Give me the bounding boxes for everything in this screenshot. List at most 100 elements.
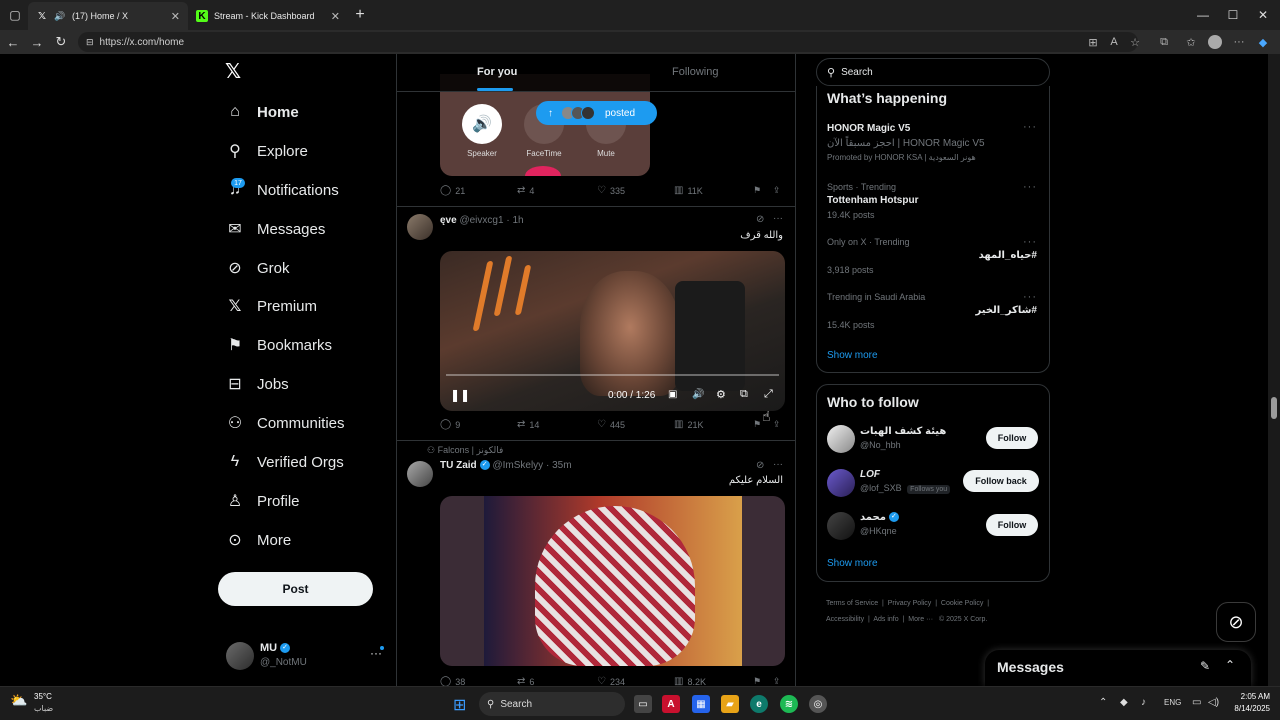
nav-explore[interactable]: ⚲ Explore — [226, 135, 308, 167]
nav-jobs[interactable]: ⊟ Jobs — [226, 368, 288, 400]
volume-icon[interactable]: 🔊 — [692, 389, 704, 400]
back-icon[interactable]: ← — [4, 33, 22, 51]
post-media[interactable] — [440, 496, 785, 666]
bookmark-icon[interactable]: ⚑ — [753, 185, 761, 196]
repost-button[interactable]: ⇄ 14 — [517, 419, 539, 430]
input-language[interactable]: ENG — [1164, 698, 1181, 707]
browser-tab-kick[interactable]: K Stream - Kick Dashboard ✕ — [188, 2, 348, 30]
captions-icon[interactable]: ▣ — [668, 389, 677, 400]
follow-button[interactable]: Follow — [986, 427, 1038, 449]
nav-communities[interactable]: ⚇ Communities — [226, 407, 345, 439]
post-time[interactable]: 35m — [552, 460, 571, 471]
edge-browser-icon[interactable]: e — [750, 695, 768, 713]
nav-grok[interactable]: ⊘ Grok — [226, 252, 289, 284]
author-handle[interactable]: @eivxcg1 — [459, 215, 503, 226]
avatar[interactable] — [827, 425, 855, 453]
follow-handle[interactable]: @No_hbh — [860, 440, 901, 450]
social-context-text[interactable]: Falcons | فالكونز — [438, 445, 504, 455]
tab-following[interactable]: Following — [672, 66, 718, 78]
close-tab-icon[interactable]: ✕ — [171, 10, 180, 23]
task-view-icon[interactable]: ▭ — [634, 695, 652, 713]
forward-icon[interactable]: → — [28, 33, 46, 51]
nav-premium[interactable]: 𝕏 Premium — [226, 290, 317, 322]
app-icon[interactable]: ◎ — [809, 695, 827, 713]
like-button[interactable]: ♡ 335 — [597, 185, 625, 196]
copilot-icon[interactable]: ◆ — [1255, 34, 1271, 50]
extensions-icon[interactable]: ⧉ — [1156, 34, 1172, 50]
author-name[interactable]: ęve — [440, 215, 457, 226]
clock-time[interactable]: 2:05 AM — [1228, 692, 1270, 701]
bookmark-icon[interactable]: ⚑ — [753, 676, 761, 686]
store-icon[interactable]: ▦ — [692, 695, 710, 713]
network-icon[interactable]: ▭ — [1192, 697, 1201, 708]
close-window-button[interactable]: ✕ — [1248, 0, 1278, 30]
nav-home[interactable]: ⌂ Home — [226, 96, 299, 128]
new-message-icon[interactable]: ✎ — [1200, 659, 1210, 673]
refresh-icon[interactable]: ↻ — [52, 33, 70, 51]
weather-icon[interactable]: ⛅ — [10, 692, 32, 714]
expand-chevron-icon[interactable]: ⌃ — [1225, 658, 1235, 672]
nav-profile[interactable]: ♙ Profile — [226, 485, 300, 517]
messages-drawer[interactable]: Messages ✎ ⌃ — [985, 650, 1251, 686]
speaker-icon[interactable]: 🔊 — [54, 10, 66, 22]
microphone-icon[interactable]: ♪ — [1141, 697, 1146, 708]
follow-name[interactable]: محمد — [860, 512, 886, 523]
new-posts-pill[interactable]: ↑ posted — [536, 101, 657, 125]
avatar[interactable] — [407, 214, 433, 240]
follow-button[interactable]: Follow — [986, 514, 1038, 536]
views-button[interactable]: ▥ 8.2K — [674, 676, 706, 686]
follow-back-button[interactable]: Follow back — [963, 470, 1039, 492]
bookmark-icon[interactable]: ⚑ — [753, 419, 761, 430]
browser-tab-x-home[interactable]: 𝕏 🔊 (17) Home / X ✕ — [28, 2, 188, 30]
profile-avatar-icon[interactable] — [1207, 34, 1223, 50]
grok-icon[interactable]: ⊘ — [756, 460, 764, 471]
footer-link[interactable]: Privacy Policy — [888, 600, 932, 607]
nav-messages[interactable]: ✉ Messages — [226, 213, 325, 245]
more-dots-icon[interactable]: ··· — [1023, 236, 1037, 248]
footer-link[interactable]: Cookie Policy — [941, 600, 983, 607]
views-button[interactable]: ▥ 21K — [674, 419, 703, 430]
clock-date[interactable]: 8/14/2025 — [1222, 704, 1270, 713]
author-handle[interactable]: @ImSkelyy — [492, 460, 543, 471]
taskbar-search[interactable]: ⚲ Search — [479, 692, 625, 716]
share-icon[interactable]: ⇪ — [773, 185, 781, 196]
app-available-icon[interactable]: ⊞ — [1085, 34, 1101, 50]
tray-app-icon[interactable]: ◆ — [1120, 697, 1128, 708]
repost-button[interactable]: ⇄ 6 — [517, 676, 534, 686]
scrollbar-thumb[interactable] — [1271, 397, 1277, 419]
nav-bookmarks[interactable]: ⚑ Bookmarks — [226, 329, 332, 361]
like-button[interactable]: ♡ 445 — [597, 419, 625, 430]
footer-link[interactable]: Terms of Service — [826, 600, 878, 607]
search-input[interactable]: ⚲ Search — [816, 58, 1050, 86]
more-dots-icon[interactable]: ··· — [1023, 121, 1037, 133]
show-hidden-icons-chevron-icon[interactable]: ⌃ — [1099, 697, 1107, 708]
url-field[interactable]: ⊟ https://x.com/home — [78, 32, 1138, 52]
more-dots-icon[interactable]: ··· — [773, 213, 783, 224]
share-icon[interactable]: ⇪ — [773, 419, 781, 430]
settings-more-icon[interactable]: ··· — [1231, 34, 1247, 50]
more-dots-icon[interactable]: ··· — [1023, 181, 1037, 193]
x-logo-icon[interactable]: 𝕏 — [225, 62, 245, 82]
reply-button[interactable]: ◯ 21 — [440, 185, 465, 196]
reply-button[interactable]: ◯ 9 — [440, 419, 460, 430]
avatar[interactable] — [827, 512, 855, 540]
read-aloud-icon[interactable]: A — [1106, 34, 1122, 50]
post-time[interactable]: 1h — [512, 215, 523, 226]
show-more-link[interactable]: Show more — [827, 558, 878, 569]
pause-icon[interactable]: ❚❚ — [450, 388, 470, 402]
grok-floating-button[interactable]: ⊘ — [1216, 602, 1256, 642]
favorite-star-icon[interactable]: ☆ — [1127, 34, 1143, 50]
grok-icon[interactable]: ⊘ — [756, 214, 764, 225]
post-button[interactable]: Post — [218, 572, 373, 606]
footer-link[interactable]: More ··· — [908, 616, 933, 623]
avatar[interactable] — [827, 469, 855, 497]
tab-actions-icon[interactable]: ▢ — [0, 0, 30, 30]
maximize-button[interactable]: ☐ — [1218, 0, 1248, 30]
like-button[interactable]: ♡ 234 — [597, 676, 625, 686]
settings-icon[interactable]: ⚙ — [716, 388, 726, 401]
follow-name[interactable]: هيئة كشف الهبات — [860, 426, 946, 437]
reply-button[interactable]: ◯ 38 — [440, 676, 465, 686]
share-icon[interactable]: ⇪ — [773, 676, 781, 686]
spotify-icon[interactable]: ≋ — [780, 695, 798, 713]
site-info-icon[interactable]: ⊟ — [86, 37, 94, 48]
